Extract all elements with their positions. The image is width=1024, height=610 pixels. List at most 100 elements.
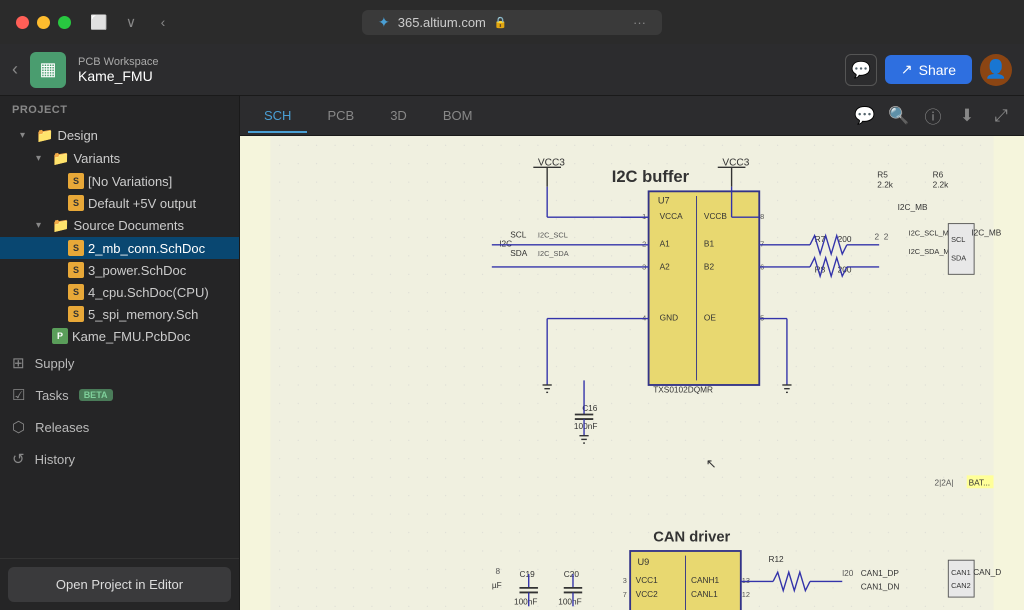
- svg-text:2|2A|: 2|2A|: [934, 478, 953, 488]
- sidebar-item-5spi[interactable]: S 5_spi_memory.Sch: [0, 303, 239, 325]
- svg-text:SDA: SDA: [951, 253, 966, 262]
- sidebar-item-supply[interactable]: ⊞ Supply: [0, 347, 239, 379]
- avatar[interactable]: 👤: [980, 54, 1012, 86]
- svg-text:VCCB: VCCB: [704, 211, 727, 221]
- tab-bom[interactable]: BOM: [427, 100, 489, 133]
- tasks-label: Tasks: [35, 388, 68, 403]
- project-name: Kame_FMU: [78, 68, 159, 84]
- source-docs-label: Source Documents: [73, 218, 184, 233]
- close-button[interactable]: [16, 16, 29, 29]
- chevron-down-icon[interactable]: ∨: [119, 12, 143, 32]
- sidebar-item-4cpu[interactable]: S 4_cpu.SchDoc(CPU): [0, 281, 239, 303]
- svg-text:SCL: SCL: [951, 235, 965, 244]
- svg-text:8: 8: [760, 212, 764, 221]
- sidebar-item-tasks[interactable]: ☑ Tasks BETA: [0, 379, 239, 411]
- no-variations-label: [No Variations]: [88, 174, 172, 189]
- info-icon[interactable]: ⓘ: [918, 101, 948, 131]
- folder-icon: 📁: [36, 127, 53, 144]
- lock-icon: 🔒: [494, 16, 508, 29]
- variants-label: Variants: [73, 151, 120, 166]
- chevron-down-icon: ▾: [20, 130, 32, 141]
- svg-text:12: 12: [742, 590, 750, 599]
- window-controls: ⬜ ∨ ‹: [87, 12, 175, 32]
- chevron-down-icon: ▾: [36, 220, 48, 231]
- 5spi-label: 5_spi_memory.Sch: [88, 307, 198, 322]
- svg-text:2: 2: [884, 231, 889, 241]
- default-5v-label: Default +5V output: [88, 196, 196, 211]
- sidebar: PROJECT ▾ 📁 Design ▾ 📁 Variants S [No Va…: [0, 96, 240, 610]
- share-label: Share: [919, 62, 956, 78]
- svg-text:8: 8: [496, 566, 501, 576]
- svg-text:I2C_SCL: I2C_SCL: [538, 230, 568, 239]
- chevron-down-icon: ▾: [36, 153, 48, 164]
- tasks-icon: ☑: [12, 386, 25, 404]
- content-toolbar-icons: 💬 🔍 ⓘ ⬇ ⤢: [850, 101, 1016, 131]
- chat-icon[interactable]: 💬: [850, 101, 880, 131]
- svg-text:OE: OE: [704, 312, 716, 322]
- svg-text:100nF: 100nF: [574, 421, 597, 431]
- svg-text:CANL1: CANL1: [691, 589, 718, 599]
- svg-text:I2C_SDA_MB: I2C_SDA_MB: [909, 247, 955, 256]
- comment-button[interactable]: 💬: [845, 54, 877, 86]
- url-bar[interactable]: ✦ 365.altium.com 🔒 ···: [362, 10, 662, 35]
- workspace-label: PCB Workspace: [78, 56, 159, 68]
- tab-pcb[interactable]: PCB: [311, 100, 370, 133]
- pcb-file-icon: P: [52, 328, 68, 344]
- sidebar-item-pcbdoc[interactable]: P Kame_FMU.PcbDoc: [0, 325, 239, 347]
- open-editor-button[interactable]: Open Project in Editor: [8, 567, 231, 602]
- expand-icon[interactable]: ⤢: [986, 101, 1016, 131]
- sidebar-item-variants[interactable]: ▾ 📁 Variants: [0, 147, 239, 170]
- folder-icon: 📁: [52, 150, 69, 167]
- svg-text:100nF: 100nF: [514, 596, 537, 606]
- tab-3d[interactable]: 3D: [374, 100, 423, 133]
- sidebar-toggle-icon[interactable]: ⬜: [87, 12, 111, 32]
- svg-text:R5: R5: [877, 169, 888, 179]
- svg-text:CANH1: CANH1: [691, 575, 719, 585]
- svg-text:SCL: SCL: [510, 229, 527, 239]
- sidebar-item-2mb-conn[interactable]: S 2_mb_conn.SchDoc: [0, 237, 239, 259]
- fullscreen-button[interactable]: [58, 16, 71, 29]
- sch-file-icon: S: [68, 240, 84, 256]
- sidebar-tree: ▾ 📁 Design ▾ 📁 Variants S [No Variations…: [0, 124, 239, 558]
- sch-file-icon: S: [68, 173, 84, 189]
- sidebar-item-no-variations[interactable]: S [No Variations]: [0, 170, 239, 192]
- titlebar: ⬜ ∨ ‹ ✦ 365.altium.com 🔒 ···: [0, 0, 1024, 44]
- sidebar-item-default-5v[interactable]: S Default +5V output: [0, 192, 239, 214]
- svg-text:2: 2: [875, 231, 880, 241]
- traffic-lights: [16, 16, 71, 29]
- sidebar-item-history[interactable]: ↺ History: [0, 443, 239, 475]
- svg-text:B2: B2: [704, 262, 715, 272]
- svg-text:A1: A1: [660, 239, 671, 249]
- svg-text:I2C_SCL_MB: I2C_SCL_MB: [909, 229, 954, 238]
- search-icon[interactable]: 🔍: [884, 101, 914, 131]
- pcbdoc-label: Kame_FMU.PcbDoc: [72, 329, 190, 344]
- minimize-button[interactable]: [37, 16, 50, 29]
- sidebar-section-header: PROJECT: [0, 96, 239, 124]
- svg-text:l20: l20: [842, 568, 853, 578]
- svg-text:3: 3: [623, 576, 627, 585]
- svg-text:I2C buffer: I2C buffer: [612, 167, 690, 186]
- supply-label: Supply: [35, 356, 75, 371]
- sidebar-item-design[interactable]: ▾ 📁 Design: [0, 124, 239, 147]
- supply-icon: ⊞: [12, 354, 25, 372]
- svg-text:SDA: SDA: [510, 248, 528, 258]
- back-button[interactable]: ‹: [12, 59, 18, 80]
- tab-sch[interactable]: SCH: [248, 100, 307, 133]
- share-button[interactable]: ↗ Share: [885, 55, 972, 84]
- download-icon[interactable]: ⬇: [952, 101, 982, 131]
- 4cpu-label: 4_cpu.SchDoc(CPU): [88, 285, 209, 300]
- sidebar-item-source-docs[interactable]: ▾ 📁 Source Documents: [0, 214, 239, 237]
- schematic-view[interactable]: I2C buffer VCC3 VCC3 VCCA VCCB A1 B1 A2 …: [240, 136, 1024, 610]
- sidebar-bottom: Open Project in Editor: [0, 558, 239, 610]
- svg-text:R6: R6: [933, 169, 944, 179]
- releases-icon: ⬡: [12, 418, 25, 436]
- content-area: SCH PCB 3D BOM 💬 🔍 ⓘ ⬇ ⤢: [240, 96, 1024, 610]
- folder-icon: 📁: [52, 217, 69, 234]
- svg-text:I2C_SDA: I2C_SDA: [538, 249, 569, 258]
- back-icon[interactable]: ‹: [151, 12, 175, 32]
- sidebar-item-releases[interactable]: ⬡ Releases: [0, 411, 239, 443]
- altium-icon: ✦: [378, 14, 390, 31]
- more-icon[interactable]: ···: [633, 15, 646, 30]
- sidebar-item-3power[interactable]: S 3_power.SchDoc: [0, 259, 239, 281]
- svg-text:I2C_MB: I2C_MB: [971, 228, 1001, 238]
